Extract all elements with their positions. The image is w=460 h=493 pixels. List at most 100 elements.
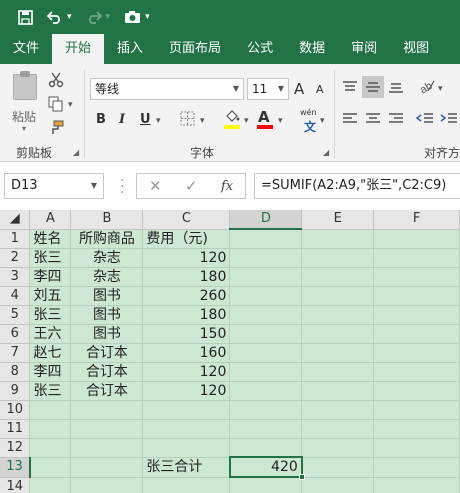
cell-a3[interactable]: 李四 — [29, 267, 72, 287]
font-color-icon[interactable]: A — [258, 108, 270, 126]
cell-e7[interactable] — [301, 343, 375, 363]
cancel-icon[interactable]: ✕ — [149, 177, 162, 195]
cell-d2[interactable] — [229, 248, 303, 268]
cell-c6[interactable]: 150 — [142, 324, 231, 344]
cell-d10[interactable] — [229, 400, 303, 420]
column-header[interactable]: A — [29, 210, 72, 230]
column-header[interactable]: C — [142, 210, 231, 230]
undo-icon[interactable] — [47, 10, 63, 24]
cell-b2[interactable]: 杂志 — [70, 248, 144, 268]
font-size-combo[interactable]: 11 ▼ — [247, 78, 289, 100]
cell-d1[interactable] — [229, 229, 303, 249]
cell-e4[interactable] — [301, 286, 375, 306]
cell-d13[interactable]: 420 — [228, 456, 305, 480]
cell-c11[interactable] — [142, 419, 231, 439]
cell-f9[interactable] — [373, 381, 460, 401]
cell-a10[interactable] — [29, 400, 72, 420]
cell-e13[interactable] — [301, 457, 375, 478]
align-right-icon[interactable] — [388, 112, 404, 126]
cell-a5[interactable]: 张三 — [29, 305, 72, 325]
cell-d9[interactable] — [229, 381, 303, 401]
cell-c13[interactable]: 张三合计 — [142, 457, 231, 478]
cell-f12[interactable] — [373, 438, 460, 458]
cell-e6[interactable] — [301, 324, 375, 344]
cell-f6[interactable] — [373, 324, 460, 344]
cell-b7[interactable]: 合订本 — [70, 343, 144, 363]
row-header[interactable]: 3 — [0, 267, 31, 287]
customize-icon[interactable]: ▾ — [145, 12, 150, 22]
underline-button[interactable]: U — [140, 112, 151, 127]
row-header[interactable]: 14 — [0, 477, 31, 493]
cell-f4[interactable] — [373, 286, 460, 306]
phonetic-guide-icon[interactable]: wén — [300, 108, 317, 117]
clipboard-launcher-icon[interactable]: ◢ — [73, 148, 79, 157]
borders-dropdown-icon[interactable]: ▾ — [200, 116, 205, 126]
cell-c2[interactable]: 120 — [142, 248, 231, 268]
format-painter-icon[interactable] — [48, 120, 64, 136]
tab-formulas[interactable]: 公式 — [234, 34, 286, 64]
fill-handle[interactable] — [298, 474, 305, 480]
enter-icon[interactable]: ✓ — [185, 177, 198, 195]
save-icon[interactable] — [18, 9, 33, 25]
font-color-dropdown-icon[interactable]: ▾ — [278, 116, 283, 126]
cell-d7[interactable] — [229, 343, 303, 363]
row-header[interactable]: 1 — [0, 229, 31, 249]
cell-e1[interactable] — [301, 229, 375, 249]
row-header[interactable]: 2 — [0, 248, 31, 268]
column-header-selected[interactable]: D — [229, 210, 303, 230]
cell-b5[interactable]: 图书 — [70, 305, 144, 325]
tab-file[interactable]: 文件 — [0, 34, 52, 64]
cell-b8[interactable]: 合订本 — [70, 362, 144, 382]
splitter-handle-icon[interactable]: · · · — [120, 174, 124, 200]
row-header[interactable]: 4 — [0, 286, 31, 306]
font-name-combo[interactable]: 等线 ▼ — [90, 78, 244, 100]
cell-e5[interactable] — [301, 305, 375, 325]
cell-c9[interactable]: 120 — [142, 381, 231, 401]
tab-page-layout[interactable]: 页面布局 — [156, 34, 234, 64]
insert-function-icon[interactable]: fx — [221, 179, 233, 194]
cell-d14[interactable] — [229, 477, 303, 493]
select-all-corner[interactable]: ◢ — [0, 210, 31, 230]
align-top-icon[interactable] — [342, 80, 358, 94]
cell-e12[interactable] — [301, 438, 375, 458]
cell-f14[interactable] — [373, 477, 460, 493]
cell-a6[interactable]: 王六 — [29, 324, 72, 344]
name-box[interactable]: D13 ▼ — [4, 173, 104, 199]
cell-a11[interactable] — [29, 419, 72, 439]
cell-c8[interactable]: 120 — [142, 362, 231, 382]
cell-c3[interactable]: 180 — [142, 267, 231, 287]
cell-a9[interactable]: 张三 — [29, 381, 72, 401]
orientation-dropdown-icon[interactable]: ▾ — [438, 84, 443, 94]
fill-color-icon[interactable] — [224, 109, 240, 123]
cell-b10[interactable] — [70, 400, 144, 420]
cell-e8[interactable] — [301, 362, 375, 382]
shrink-font-icon[interactable]: A — [316, 83, 324, 96]
row-header[interactable]: 9 — [0, 381, 31, 401]
cell-b11[interactable] — [70, 419, 144, 439]
font-launcher-icon[interactable]: ◢ — [323, 148, 329, 157]
underline-dropdown-icon[interactable]: ▾ — [156, 116, 161, 126]
tab-data[interactable]: 数据 — [286, 34, 338, 64]
row-header[interactable]: 11 — [0, 419, 31, 439]
cell-b3[interactable]: 杂志 — [70, 267, 144, 287]
italic-button[interactable]: I — [119, 112, 125, 127]
formula-input[interactable]: =SUMIF(A2:A9,"张三",C2:C9) — [254, 173, 460, 199]
cell-f13[interactable] — [373, 457, 460, 478]
cell-f1[interactable] — [373, 229, 460, 249]
cell-a12[interactable] — [29, 438, 72, 458]
tab-review[interactable]: 审阅 — [338, 34, 390, 64]
tab-home[interactable]: 开始 — [52, 34, 105, 64]
cell-a7[interactable]: 赵七 — [29, 343, 72, 363]
cell-a4[interactable]: 刘五 — [29, 286, 72, 306]
column-header[interactable]: F — [373, 210, 460, 230]
cell-f11[interactable] — [373, 419, 460, 439]
cell-d4[interactable] — [229, 286, 303, 306]
row-header[interactable]: 6 — [0, 324, 31, 344]
row-header[interactable]: 8 — [0, 362, 31, 382]
fill-color-dropdown-icon[interactable]: ▾ — [244, 116, 249, 126]
column-header[interactable]: E — [301, 210, 375, 230]
cell-b12[interactable] — [70, 438, 144, 458]
cell-f3[interactable] — [373, 267, 460, 287]
tab-insert[interactable]: 插入 — [104, 34, 156, 64]
row-header[interactable]: 7 — [0, 343, 31, 363]
